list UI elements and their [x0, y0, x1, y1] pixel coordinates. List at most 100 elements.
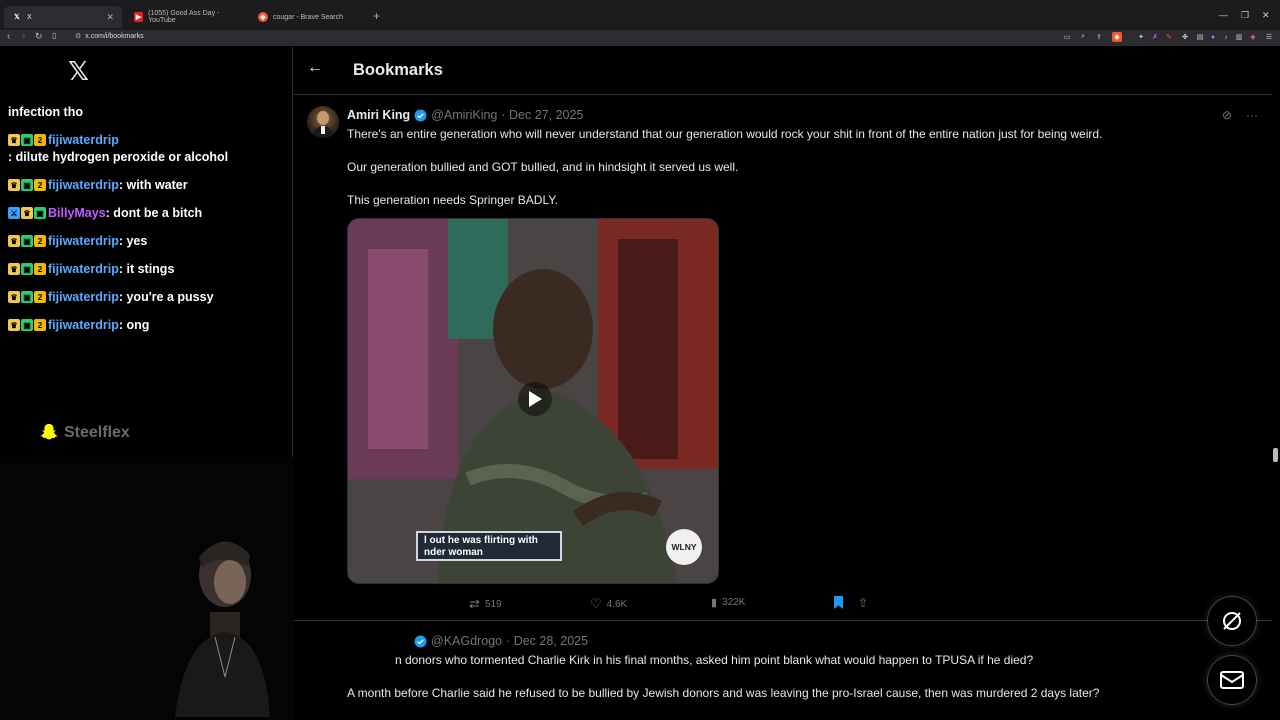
gift-badge-icon: ▣: [21, 235, 33, 247]
avatar-image: [311, 111, 335, 138]
tweet-paragraph: This generation needs Springer BADLY.: [347, 193, 559, 207]
snapchat-username: Steelflex: [64, 424, 130, 441]
tweet-paragraph: A month before Charlie said he refused t…: [347, 686, 1100, 700]
puzzle-icon[interactable]: ✤: [1180, 32, 1190, 42]
view-count: 322K: [722, 597, 746, 608]
retweet-count: 519: [484, 598, 502, 610]
sub-badge-icon: 2: [34, 291, 46, 303]
chat-text: : it stings: [118, 262, 175, 276]
crown-badge-icon: ♛: [21, 207, 33, 219]
page-header: ← Bookmarks: [294, 47, 1272, 95]
chat-badges: ⚔ ♛ ▣: [8, 207, 46, 219]
menu-icon[interactable]: ☰: [1264, 32, 1274, 42]
vpn-icon[interactable]: ●: [1208, 32, 1218, 42]
chat-badges: ♛ ▣ 2: [8, 319, 46, 331]
streamer-silhouette: [175, 541, 270, 717]
site-info-icon[interactable]: ⚙: [75, 32, 81, 40]
tab-brave-search[interactable]: ◆ cougar - Brave Search: [250, 6, 370, 28]
chat-message: ♛ ▣ 2 fijiwaterdrip: with water: [8, 177, 283, 194]
browser-tab-bar: 𝕏 X ✕ ▶ (1055) Good Ass Day - YouTube ◆ …: [0, 0, 1280, 30]
tweet-actions: ⇄ 519 ♡ 4.6K ▮ 322K ⇧: [347, 596, 887, 612]
chat-text: : dont be a bitch: [105, 206, 203, 220]
gift-badge-icon: ▣: [21, 134, 33, 146]
x-favicon-icon: 𝕏: [14, 14, 20, 21]
new-tab-button[interactable]: +: [373, 9, 380, 23]
chat-message: ♛ ▣ 2 fijiwaterdrip : dilute hydrogen per…: [8, 132, 283, 166]
window-close-icon[interactable]: ✕: [1262, 10, 1270, 21]
sub-badge-icon: 2: [34, 263, 46, 275]
close-icon[interactable]: ✕: [106, 12, 114, 23]
like-button[interactable]: ♡ 4.6K: [590, 596, 627, 612]
chat-message: infection tho: [8, 104, 283, 121]
retweet-button[interactable]: ⇄ 519: [469, 596, 502, 612]
tab-label: X: [27, 13, 32, 21]
chat-message: ♛ ▣ 2 fijiwaterdrip: ong: [8, 317, 283, 334]
bookmark-button[interactable]: [833, 596, 844, 609]
x-logo-icon[interactable]: 𝕏: [68, 57, 89, 87]
url-field[interactable]: ⚙ x.com/i/bookmarks: [75, 32, 144, 41]
play-icon: [529, 391, 542, 407]
gift-badge-icon: ▣: [21, 263, 33, 275]
youtube-icon: ▶: [134, 12, 144, 22]
messages-fab-button[interactable]: [1207, 655, 1257, 705]
scrollbar-thumb[interactable]: [1273, 448, 1278, 462]
reload-icon[interactable]: ↻: [35, 31, 43, 42]
avatar[interactable]: [307, 106, 339, 138]
author-handle[interactable]: @AmiriKing: [431, 108, 497, 122]
tweet-header: Amiri King @AmiriKing · Dec 27, 2025: [347, 108, 583, 122]
crown-badge-icon: ♛: [8, 235, 20, 247]
chat-message: ♛ ▣ 2 fijiwaterdrip: it stings: [8, 261, 283, 278]
bookmark-page-icon[interactable]: ▯: [52, 31, 56, 40]
chat-badges: ♛ ▣ 2: [8, 134, 46, 146]
author-handle[interactable]: @KAGdrogo: [431, 634, 502, 648]
tab-label: cougar - Brave Search: [273, 13, 344, 21]
play-button[interactable]: [518, 382, 552, 416]
share-icon[interactable]: ⇪: [1094, 32, 1104, 42]
author-name[interactable]: Amiri King: [347, 108, 410, 122]
tab-youtube[interactable]: ▶ (1055) Good Ass Day - YouTube: [126, 6, 248, 28]
share-button[interactable]: ⇧: [858, 596, 868, 610]
heart-icon: ♡: [590, 596, 602, 611]
chat-text: infection tho: [8, 105, 83, 119]
views-button[interactable]: ▮ 322K: [711, 596, 745, 609]
brave-shields-icon[interactable]: ◆: [1112, 32, 1122, 42]
chat-username: fijiwaterdrip: [48, 133, 119, 147]
back-arrow-icon[interactable]: ←: [307, 59, 323, 77]
zoom-icon[interactable]: ⌕: [1078, 32, 1088, 42]
sidebar-icon[interactable]: ▥: [1234, 32, 1244, 42]
music-icon[interactable]: ♪: [1221, 32, 1231, 42]
chat-username: BillyMays: [48, 206, 106, 220]
more-icon[interactable]: ···: [1246, 108, 1258, 122]
grok-fab-button[interactable]: [1207, 596, 1257, 646]
tweet-video[interactable]: l out he was flirting with nder woman WL…: [347, 218, 719, 584]
grok-icon[interactable]: ⊘: [1222, 108, 1232, 122]
gift-badge-icon: ▣: [21, 291, 33, 303]
chat-text: : dilute hydrogen peroxide or alcohol: [8, 150, 229, 164]
address-bar: ‹ › ↻ ▯ ⚙ x.com/i/bookmarks ▭ ⌕ ⇪ ◆ ✦ ✗ …: [0, 30, 1280, 46]
wallet-icon[interactable]: ◈: [1248, 32, 1258, 42]
tweet-date[interactable]: · Dec 27, 2025: [501, 108, 583, 122]
cast-icon[interactable]: ▭: [1062, 32, 1072, 42]
tweet-date[interactable]: · Dec 28, 2025: [506, 634, 588, 648]
tweet[interactable]: Amiri King @AmiriKing · Dec 27, 2025 ⊘ ·…: [294, 96, 1272, 621]
crown-badge-icon: ♛: [8, 179, 20, 191]
chat-badges: ♛ ▣ 2: [8, 291, 46, 303]
chat-message: ⚔ ♛ ▣ BillyMays: dont be a bitch: [8, 205, 283, 222]
x-extension-icon[interactable]: ✗: [1150, 32, 1160, 42]
pen-extension-icon[interactable]: ✎: [1164, 32, 1174, 42]
crown-badge-icon: ♛: [8, 319, 20, 331]
restore-icon[interactable]: ❐: [1241, 10, 1249, 21]
sub-badge-icon: 2: [34, 235, 46, 247]
forward-nav-icon[interactable]: ›: [22, 31, 25, 42]
share-icon: ⇧: [858, 596, 869, 610]
chat-badges: ♛ ▣ 2: [8, 179, 46, 191]
extension-icon[interactable]: ✦: [1136, 32, 1146, 42]
chat-username: fijiwaterdrip: [48, 234, 119, 248]
snapchat-handle: Steelflex: [38, 422, 130, 444]
back-nav-icon[interactable]: ‹: [7, 31, 10, 42]
tweet[interactable]: @KAGdrogo · Dec 28, 2025 n donors who to…: [294, 622, 1272, 720]
crown-badge-icon: ♛: [8, 134, 20, 146]
sidebar-extension-icon[interactable]: ▤: [1195, 32, 1205, 42]
tab-x[interactable]: 𝕏 X ✕: [4, 6, 122, 28]
minimize-icon[interactable]: —: [1219, 10, 1228, 20]
